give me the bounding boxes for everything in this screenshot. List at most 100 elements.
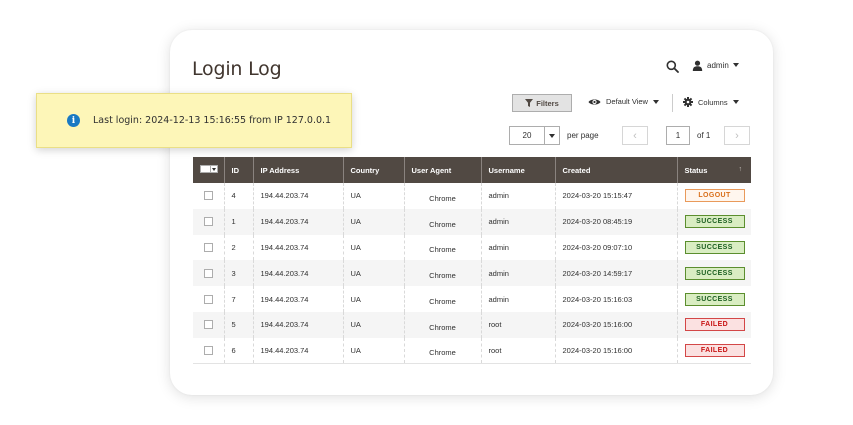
- row-checkbox[interactable]: [204, 242, 213, 252]
- previous-page-button[interactable]: ‹: [622, 126, 648, 145]
- row-checkbox[interactable]: [204, 268, 213, 278]
- cell-status: FAILED: [676, 311, 751, 338]
- cell-username: admin: [480, 286, 555, 312]
- cell-username: admin: [480, 208, 555, 235]
- cell-id: 4: [223, 183, 253, 209]
- cell-id: 3: [223, 260, 253, 287]
- row-checkbox-cell: [193, 260, 224, 287]
- row-checkbox[interactable]: [204, 345, 213, 355]
- toolbar-divider: [672, 94, 673, 112]
- cell-country: UA: [342, 234, 404, 261]
- cell-username: admin: [480, 183, 555, 209]
- view-label: Default View: [606, 97, 648, 106]
- column-header-country[interactable]: Country: [342, 157, 404, 183]
- cell-id: 7: [223, 286, 253, 312]
- grid-header-row: ID IP Address Country User Agent Usernam…: [193, 157, 751, 183]
- column-header-id[interactable]: ID: [223, 157, 253, 183]
- cell-ip-address: 194.44.203.74: [252, 183, 343, 209]
- cell-status: SUCCESS: [676, 234, 751, 261]
- cell-id: 6: [223, 337, 253, 365]
- cell-status: FAILED: [676, 337, 751, 365]
- cell-ip-address: 194.44.203.74: [252, 311, 343, 338]
- table-row[interactable]: 6 194.44.203.74 UA Chrome root 2024-03-20 15:…: [193, 337, 751, 365]
- notice-text: Last login: 2024-12-13 15:16:55 from IP …: [93, 115, 332, 126]
- table-row[interactable]: 2 194.44.203.74 UA Chrome admin 2024-03-20 09…: [193, 234, 751, 261]
- user-name: admin: [707, 60, 729, 70]
- table-row[interactable]: 3 194.44.203.74 UA Chrome admin 2024-03-20 14…: [193, 260, 751, 287]
- login-log-grid: ID IP Address Country User Agent Usernam…: [193, 157, 751, 365]
- cell-user-agent: Chrome: [403, 311, 481, 338]
- last-login-notice: i Last login: 2024-12-13 15:16:55 from I…: [36, 93, 352, 148]
- row-checkbox-cell: [193, 286, 224, 312]
- mass-select-dropdown[interactable]: [200, 165, 218, 173]
- gear-icon: [683, 97, 693, 107]
- cell-user-agent: Chrome: [403, 337, 481, 365]
- cell-username: admin: [480, 260, 555, 287]
- column-header-user-agent[interactable]: User Agent: [403, 157, 481, 183]
- chevron-left-icon: ‹: [633, 129, 637, 142]
- cell-id: 1: [223, 208, 253, 235]
- cell-user-agent: Chrome: [403, 183, 481, 209]
- table-row[interactable]: 4 194.44.203.74 UA Chrome admin 2024-03-20 15…: [193, 183, 751, 209]
- filters-label: Filters: [536, 98, 559, 108]
- page-title: Login Log: [192, 58, 282, 80]
- next-page-button[interactable]: ›: [724, 126, 750, 145]
- row-checkbox-cell: [193, 183, 224, 209]
- status-badge: FAILED: [684, 318, 745, 332]
- filters-button[interactable]: Filters: [512, 94, 572, 112]
- status-header-label: Status: [684, 165, 708, 175]
- per-page-value: 20: [522, 131, 532, 140]
- cell-status: SUCCESS: [676, 286, 751, 312]
- cell-ip-address: 194.44.203.74: [252, 208, 343, 235]
- status-badge: LOGOUT: [684, 189, 745, 203]
- cell-country: UA: [342, 183, 404, 209]
- cell-country: UA: [342, 208, 404, 235]
- column-header-username[interactable]: Username: [480, 157, 555, 183]
- cell-ip-address: 194.44.203.74: [252, 337, 343, 365]
- page-number-input[interactable]: 1: [666, 126, 690, 145]
- search-icon[interactable]: [666, 60, 679, 73]
- column-header-created[interactable]: Created: [554, 157, 677, 183]
- column-header-status[interactable]: Status ↑: [676, 157, 751, 183]
- per-page-select[interactable]: 20: [509, 126, 560, 145]
- column-header-ip-address[interactable]: IP Address: [252, 157, 343, 183]
- cell-created: 2024-03-20 09:07:10: [554, 234, 677, 261]
- cell-created: 2024-03-20 15:16:00: [554, 311, 677, 338]
- page-total: of 1: [697, 131, 711, 140]
- chevron-right-icon: ›: [735, 129, 739, 142]
- filter-icon: [525, 99, 534, 107]
- info-icon: i: [67, 114, 80, 127]
- chevron-down-icon[interactable]: [544, 127, 559, 144]
- cell-user-agent: Chrome: [403, 208, 481, 235]
- user-menu[interactable]: admin: [692, 58, 739, 72]
- chevron-down-icon[interactable]: [211, 165, 218, 173]
- cell-created: 2024-03-20 15:16:03: [554, 286, 677, 312]
- chevron-down-icon: [652, 99, 659, 104]
- columns-dropdown[interactable]: Columns: [683, 97, 739, 107]
- per-page-label: per page: [567, 131, 599, 140]
- default-view-dropdown[interactable]: Default View: [588, 97, 659, 106]
- row-checkbox[interactable]: [204, 294, 213, 304]
- row-checkbox-cell: [193, 311, 224, 338]
- cell-ip-address: 194.44.203.74: [252, 286, 343, 312]
- chevron-down-icon: [732, 100, 739, 104]
- cell-country: UA: [342, 311, 404, 338]
- user-icon: [692, 60, 703, 71]
- table-row[interactable]: 7 194.44.203.74 UA Chrome admin 2024-03-20 15…: [193, 286, 751, 312]
- status-badge: SUCCESS: [684, 215, 745, 229]
- cell-created: 2024-03-20 14:59:17: [554, 260, 677, 287]
- row-checkbox[interactable]: [204, 217, 213, 227]
- row-checkbox[interactable]: [204, 320, 213, 330]
- row-checkbox-cell: [193, 208, 224, 235]
- cell-username: root: [480, 337, 555, 365]
- cell-user-agent: Chrome: [403, 234, 481, 261]
- table-row[interactable]: 5 194.44.203.74 UA Chrome root 2024-03-20 15:…: [193, 311, 751, 338]
- cell-status: LOGOUT: [676, 183, 751, 209]
- table-row[interactable]: 1 194.44.203.74 UA Chrome admin 2024-03-20 08…: [193, 208, 751, 235]
- cell-created: 2024-03-20 08:45:19: [554, 208, 677, 235]
- mass-action-header[interactable]: [193, 157, 224, 183]
- row-checkbox[interactable]: [204, 191, 213, 201]
- columns-label: Columns: [698, 97, 728, 107]
- mass-select-checkbox[interactable]: [200, 165, 211, 173]
- sort-arrow-icon[interactable]: ↑: [739, 166, 743, 173]
